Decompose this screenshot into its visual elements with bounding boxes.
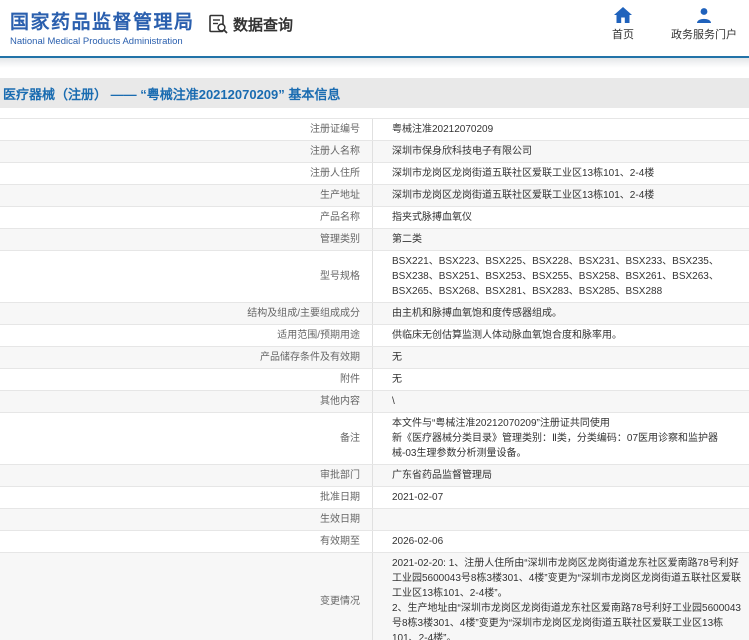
row-label: 注册证编号 xyxy=(0,119,373,140)
row-value: 由主机和脉搏血氧饱和度传感器组成。 xyxy=(373,303,749,324)
header-nav: 首页 政务服务门户 xyxy=(603,7,737,42)
row-value: 深圳市龙岗区龙岗街道五联社区爱联工业区13栋101、2-4楼 xyxy=(373,185,749,206)
nav-home-label: 首页 xyxy=(612,26,634,42)
table-row-change-history: 变更情况 2021-02-20: 1、注册人住所由“深圳市龙岗区龙岗街道龙东社区… xyxy=(0,553,749,640)
row-label: 适用范围/预期用途 xyxy=(0,325,373,346)
row-value: \ xyxy=(373,391,749,412)
logo-title-en: National Medical Products Administration xyxy=(10,36,195,47)
page-title: 医疗器械（注册） —— “粤械注准20212070209” 基本信息 xyxy=(3,84,340,103)
table-row-remarks: 备注 本文件与“粤械注准20212070209”注册证共同使用 新《医疗器械分类… xyxy=(0,413,749,465)
nav-portal-label: 政务服务门户 xyxy=(671,26,737,42)
table-row-product-name: 产品名称 指夹式脉搏血氧仪 xyxy=(0,207,749,229)
table-row-intended-use: 适用范围/预期用途 供临床无创估算监测人体动脉血氧饱合度和脉率用。 xyxy=(0,325,749,347)
row-label: 产品储存条件及有效期 xyxy=(0,347,373,368)
row-value: 2021-02-20: 1、注册人住所由“深圳市龙岗区龙岗街道龙东社区爱南路78… xyxy=(373,553,749,640)
nmpa-logo[interactable]: 国家药品监督管理局 National Medical Products Admi… xyxy=(10,7,195,47)
table-row-approval-dept: 审批部门 广东省药品监督管理局 xyxy=(0,465,749,487)
table-row-composition: 结构及组成/主要组成成分 由主机和脉搏血氧饱和度传感器组成。 xyxy=(0,303,749,325)
row-label: 备注 xyxy=(0,413,373,464)
row-value xyxy=(373,509,749,530)
table-row-approval-date: 批准日期 2021-02-07 xyxy=(0,487,749,509)
row-value: 无 xyxy=(373,369,749,390)
row-label: 注册人名称 xyxy=(0,141,373,162)
row-label: 其他内容 xyxy=(0,391,373,412)
row-value: 2026-02-06 xyxy=(373,531,749,552)
row-value: 粤械注准20212070209 xyxy=(373,119,749,140)
user-icon xyxy=(695,7,713,23)
nav-portal[interactable]: 政务服务门户 xyxy=(671,7,737,42)
row-value: 深圳市保身欣科技电子有限公司 xyxy=(373,141,749,162)
table-row-attachment: 附件 无 xyxy=(0,369,749,391)
logo-title-cn: 国家药品监督管理局 xyxy=(10,7,195,34)
row-label: 审批部门 xyxy=(0,465,373,486)
table-row-reg-number: 注册证编号 粤械注准20212070209 xyxy=(0,119,749,141)
info-table: 注册证编号 粤械注准20212070209 注册人名称 深圳市保身欣科技电子有限… xyxy=(0,118,749,640)
table-row-registrant-address: 注册人住所 深圳市龙岗区龙岗街道五联社区爱联工业区13栋101、2-4楼 xyxy=(0,163,749,185)
row-value: 2021-02-07 xyxy=(373,487,749,508)
nav-home[interactable]: 首页 xyxy=(603,7,643,42)
row-label: 附件 xyxy=(0,369,373,390)
row-label: 结构及组成/主要组成成分 xyxy=(0,303,373,324)
table-row-production-address: 生产地址 深圳市龙岗区龙岗街道五联社区爱联工业区13栋101、2-4楼 xyxy=(0,185,749,207)
row-value: 广东省药品监督管理局 xyxy=(373,465,749,486)
row-label: 注册人住所 xyxy=(0,163,373,184)
table-row-other-content: 其他内容 \ xyxy=(0,391,749,413)
row-label: 型号规格 xyxy=(0,251,373,302)
row-value: 第二类 xyxy=(373,229,749,250)
row-label: 生效日期 xyxy=(0,509,373,530)
data-query-nav[interactable]: 数据查询 xyxy=(207,13,293,35)
row-label: 批准日期 xyxy=(0,487,373,508)
table-row-expiry-date: 有效期至 2026-02-06 xyxy=(0,531,749,553)
row-value: 指夹式脉搏血氧仪 xyxy=(373,207,749,228)
header-shadow xyxy=(0,58,749,68)
row-value: BSX221、BSX223、BSX225、BSX228、BSX231、BSX23… xyxy=(373,251,749,302)
row-label: 变更情况 xyxy=(0,553,373,640)
table-row-registrant-name: 注册人名称 深圳市保身欣科技电子有限公司 xyxy=(0,141,749,163)
document-search-icon xyxy=(207,13,229,35)
row-value: 深圳市龙岗区龙岗街道五联社区爱联工业区13栋101、2-4楼 xyxy=(373,163,749,184)
data-query-label: 数据查询 xyxy=(233,14,293,35)
row-label: 有效期至 xyxy=(0,531,373,552)
row-value: 本文件与“粤械注准20212070209”注册证共同使用 新《医疗器械分类目录》… xyxy=(373,413,749,464)
row-label: 产品名称 xyxy=(0,207,373,228)
table-row-management-class: 管理类别 第二类 xyxy=(0,229,749,251)
row-label: 管理类别 xyxy=(0,229,373,250)
row-label: 生产地址 xyxy=(0,185,373,206)
table-row-storage: 产品储存条件及有效期 无 xyxy=(0,347,749,369)
home-icon xyxy=(614,7,632,23)
table-row-effective-date: 生效日期 xyxy=(0,509,749,531)
site-header: 国家药品监督管理局 National Medical Products Admi… xyxy=(0,0,749,56)
row-value: 无 xyxy=(373,347,749,368)
page-title-bar: 医疗器械（注册） —— “粤械注准20212070209” 基本信息 xyxy=(0,78,749,108)
row-value: 供临床无创估算监测人体动脉血氧饱合度和脉率用。 xyxy=(373,325,749,346)
table-row-model-spec: 型号规格 BSX221、BSX223、BSX225、BSX228、BSX231、… xyxy=(0,251,749,303)
